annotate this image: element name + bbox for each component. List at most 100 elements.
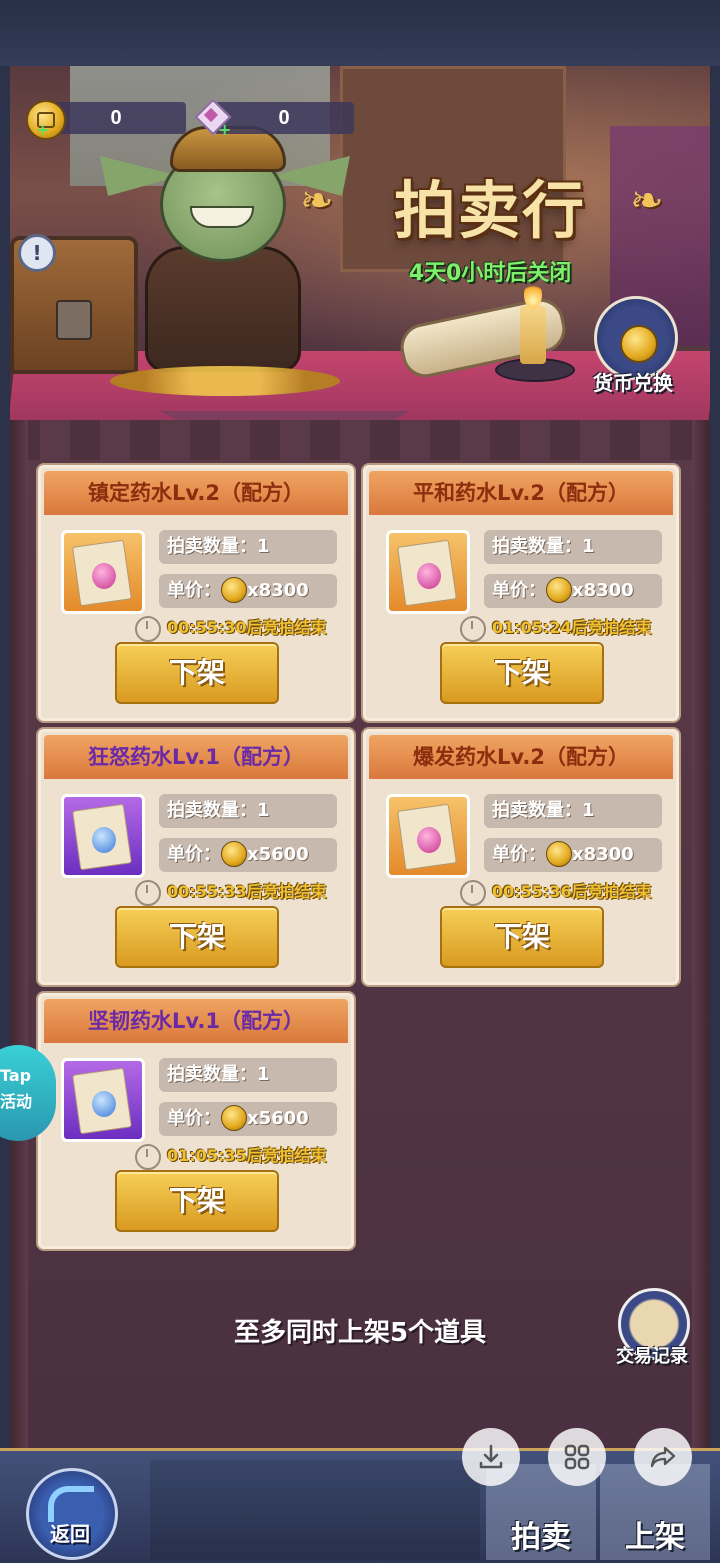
goblin-merchant <box>100 106 350 386</box>
gold-currency-bar[interactable]: 0 <box>46 102 186 134</box>
listing-limit-text: 至多同时上架5个道具 <box>233 1318 487 1348</box>
price-value: x8300 <box>247 580 309 601</box>
listing-title: 狂怒药水Lv.1（配方） <box>88 745 304 769</box>
gem-amount: 0 <box>278 107 290 129</box>
quantity-row: 拍卖数量：1 <box>159 794 337 828</box>
listing-title: 平和药水Lv.2（配方） <box>413 481 629 505</box>
trade-record-label[interactable]: 交易记录 <box>600 1342 704 1368</box>
unlist-button[interactable]: 下架 <box>115 1170 279 1232</box>
price-row: 单价： x8300 <box>159 574 337 608</box>
listing-title: 爆发药水Lv.2（配方） <box>413 745 629 769</box>
quantity-value: 1 <box>257 800 270 821</box>
flourish-left-icon: ❧ <box>300 178 334 224</box>
download-icon <box>479 1444 503 1469</box>
gem-currency-bar[interactable]: 0 <box>214 102 354 134</box>
price-row: 单价： x5600 <box>159 838 337 872</box>
gold-coin-icon <box>221 576 247 603</box>
gold-coin-icon <box>221 840 247 867</box>
panel-pillar-right <box>692 420 710 1450</box>
listing-title: 坚韧药水Lv.1（配方） <box>88 1009 304 1033</box>
quantity-row: 拍卖数量：1 <box>484 530 662 564</box>
listing-card: 镇定药水Lv.2（配方） 拍卖数量：1 单价： x8300 00:55:30后竞拍… <box>38 465 354 721</box>
auction-timer: 00:55:33后竞拍结束 <box>167 882 327 901</box>
clock-icon <box>135 880 161 906</box>
add-gem-icon[interactable]: + <box>218 120 231 139</box>
panel-pillar-left <box>10 420 28 1450</box>
price-value: x8300 <box>572 844 634 865</box>
item-slot[interactable] <box>61 1058 145 1142</box>
listing-card: 坚韧药水Lv.1（配方） 拍卖数量：1 单价： x5600 01:05:35后竞拍… <box>38 993 354 1249</box>
price-row: 单价： x8300 <box>484 838 662 872</box>
download-button[interactable] <box>462 1428 520 1486</box>
tab-list-item-label: 上架 <box>625 1520 685 1555</box>
quantity-value: 1 <box>582 536 595 557</box>
auction-timer: 01:05:35后竞拍结束 <box>167 1146 327 1165</box>
auction-timer: 01:05:24后竞拍结束 <box>492 618 652 637</box>
candle-icon <box>520 306 546 364</box>
flourish-right-icon: ❧ <box>630 178 664 224</box>
currency-exchange-label[interactable]: 货币兑换 <box>578 367 688 396</box>
auction-timer: 00:55:30后竞拍结束 <box>167 618 327 637</box>
price-label: 单价： <box>167 844 221 865</box>
quantity-row: 拍卖数量：1 <box>159 1058 337 1092</box>
status-strip <box>0 0 720 66</box>
price-value: x8300 <box>572 580 634 601</box>
back-arrow-icon <box>48 1486 94 1522</box>
tap-activity-button[interactable]: Tap 活动 <box>0 1045 56 1141</box>
listing-card: 平和药水Lv.2（配方） 拍卖数量：1 单价： x8300 01:05:24后竞拍… <box>363 465 679 721</box>
quantity-value: 1 <box>582 800 595 821</box>
share-button[interactable] <box>634 1428 692 1486</box>
grid-icon <box>564 1444 590 1470</box>
clock-icon <box>135 1144 161 1170</box>
potion-icon <box>417 827 441 853</box>
price-label: 单价： <box>167 1108 221 1129</box>
exchange-coin-icon <box>620 325 658 363</box>
item-slot[interactable] <box>386 530 470 614</box>
potion-icon <box>92 827 116 853</box>
clock-icon <box>460 616 486 642</box>
price-row: 单价： x5600 <box>159 1102 337 1136</box>
quantity-value: 1 <box>257 536 270 557</box>
listing-card: 狂怒药水Lv.1（配方） 拍卖数量：1 单价： x5600 00:55:33后竞拍… <box>38 729 354 985</box>
quantity-row: 拍卖数量：1 <box>159 530 337 564</box>
potion-icon <box>92 563 116 589</box>
item-slot[interactable] <box>386 794 470 878</box>
info-icon[interactable]: ! <box>18 234 56 272</box>
tab-auction-label: 拍卖 <box>511 1520 571 1555</box>
unlist-button[interactable]: 下架 <box>115 642 279 704</box>
add-gold-icon[interactable]: + <box>36 120 49 139</box>
price-value: x5600 <box>247 844 309 865</box>
quantity-row: 拍卖数量：1 <box>484 794 662 828</box>
tap-label: Tap <box>0 1066 32 1085</box>
price-label: 单价： <box>167 580 221 601</box>
gold-coin-icon <box>546 840 572 867</box>
auction-timer: 00:55:36后竞拍结束 <box>492 882 652 901</box>
quantity-label: 拍卖数量： <box>492 800 582 821</box>
unlist-button[interactable]: 下架 <box>440 642 604 704</box>
gold-coin-icon <box>221 1104 247 1131</box>
coin-pile <box>110 366 340 396</box>
clock-icon <box>460 880 486 906</box>
unlist-button[interactable]: 下架 <box>440 906 604 968</box>
activity-label: 活动 <box>0 1092 33 1111</box>
page-title: 拍卖行 <box>393 174 586 247</box>
potion-icon <box>417 563 441 589</box>
share-icon <box>650 1446 676 1468</box>
listing-card: 爆发药水Lv.2（配方） 拍卖数量：1 单价： x8300 00:55:36后竞拍… <box>363 729 679 985</box>
quantity-label: 拍卖数量： <box>167 536 257 557</box>
grid-menu-button[interactable] <box>548 1428 606 1486</box>
price-label: 单价： <box>492 844 546 865</box>
quantity-label: 拍卖数量： <box>492 536 582 557</box>
item-slot[interactable] <box>61 794 145 878</box>
panel-frame-top <box>10 420 710 460</box>
gold-amount: 0 <box>110 107 122 129</box>
closing-countdown: 4天0小时后关闭 <box>408 261 572 286</box>
clock-icon <box>135 616 161 642</box>
back-label[interactable]: 返回 <box>26 1518 114 1547</box>
price-label: 单价： <box>492 580 546 601</box>
item-slot[interactable] <box>61 530 145 614</box>
quantity-value: 1 <box>257 1064 270 1085</box>
price-row: 单价： x8300 <box>484 574 662 608</box>
price-value: x5600 <box>247 1108 309 1129</box>
unlist-button[interactable]: 下架 <box>115 906 279 968</box>
